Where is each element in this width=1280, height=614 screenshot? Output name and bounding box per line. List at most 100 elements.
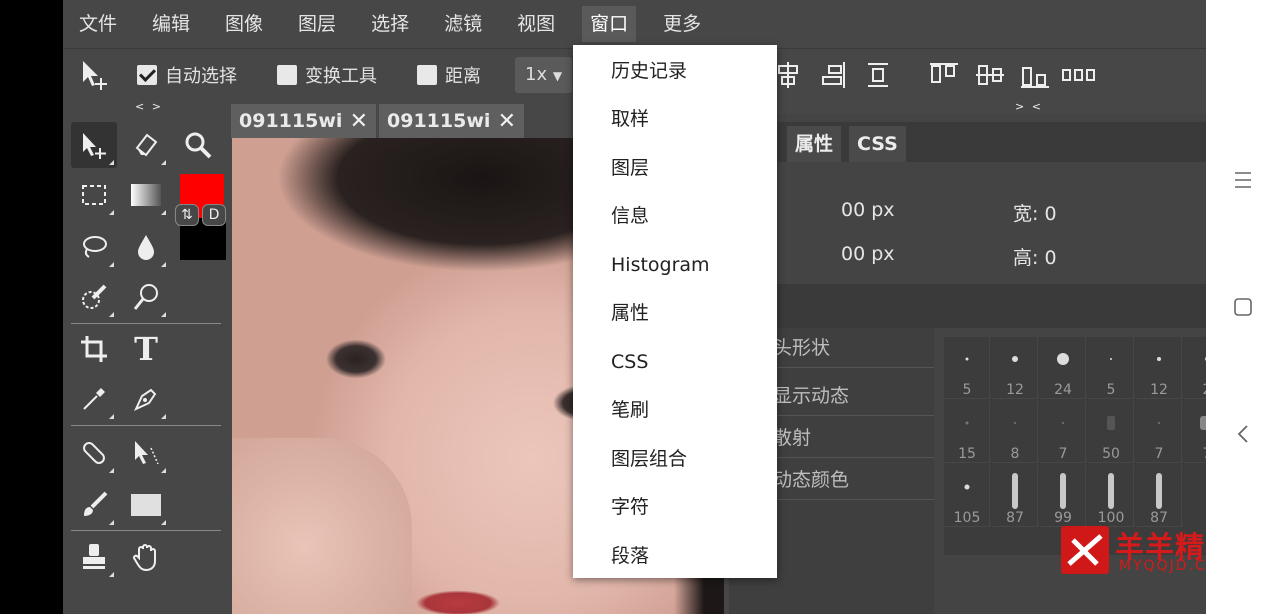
distribute-top-icon[interactable] — [927, 49, 961, 101]
brush-size: 5 — [962, 382, 972, 398]
dodge-tool[interactable] — [123, 274, 169, 320]
menu-item-brush[interactable]: 笔刷 — [611, 395, 649, 425]
blur-tool[interactable] — [123, 224, 169, 270]
x-value[interactable]: 00 px — [841, 199, 895, 221]
hand-tool[interactable] — [123, 534, 169, 580]
brush-size: 7 — [1154, 446, 1164, 462]
zoom-tool[interactable] — [175, 122, 221, 168]
gradient-icon — [131, 184, 161, 206]
menu-view[interactable]: 视图 — [509, 6, 563, 42]
tab-css[interactable]: CSS — [849, 126, 906, 162]
brush-preset[interactable]: 50 — [1088, 401, 1134, 463]
brush-size: 105 — [953, 510, 981, 526]
move-tool[interactable] — [71, 122, 117, 168]
distribute-bottom-icon[interactable] — [1018, 49, 1052, 101]
brush-tool[interactable] — [71, 482, 117, 528]
move-tool-icon[interactable] — [79, 49, 113, 101]
brush-tip-icon — [1059, 473, 1066, 509]
brush-preset[interactable]: 5 — [944, 337, 990, 399]
home-icon[interactable] — [1234, 297, 1252, 317]
menu-item-sampler[interactable]: 取样 — [611, 104, 649, 134]
menu-item-history[interactable]: 历史记录 — [611, 56, 687, 86]
eraser-tool[interactable] — [123, 122, 169, 168]
brush-preset[interactable]: 87 — [1136, 465, 1182, 527]
menu-item-paragraph[interactable]: 段落 — [611, 541, 649, 571]
menu-item-properties[interactable]: 属性 — [611, 298, 649, 328]
menu-filter[interactable]: 滤镜 — [436, 6, 490, 42]
document-tab-title: 091115wi — [239, 110, 343, 132]
left-panel-collapse[interactable]: < > — [135, 100, 163, 114]
menu-item-histogram[interactable]: Histogram — [611, 250, 710, 280]
stamp-tool[interactable] — [71, 534, 117, 580]
align-top-icon[interactable] — [863, 49, 893, 101]
document-tab[interactable]: 091115wi ✕ — [379, 104, 524, 138]
quick-select-icon — [82, 284, 107, 309]
close-icon[interactable]: ✕ — [498, 109, 516, 134]
brush-size: 12 — [1006, 382, 1024, 398]
healing-tool[interactable] — [71, 430, 117, 476]
swap-colors-button[interactable]: ⇅ — [175, 204, 199, 226]
distance-checkbox[interactable] — [417, 65, 437, 85]
distance-option[interactable]: 距离 — [417, 49, 481, 101]
brush-preset[interactable]: 87 — [992, 465, 1038, 527]
brush-preset[interactable]: 5 — [1088, 337, 1134, 399]
gradient-tool[interactable] — [123, 172, 169, 218]
menu-item-layers[interactable]: 图层 — [611, 153, 649, 183]
brush-size: 12 — [1150, 382, 1168, 398]
brush-preset[interactable]: 100 — [1088, 465, 1134, 527]
brush-preset[interactable]: 8 — [992, 401, 1038, 463]
brush-preset[interactable]: 12 — [992, 337, 1038, 399]
pen-tool[interactable] — [123, 376, 169, 422]
eyedropper-tool[interactable] — [71, 376, 117, 422]
auto-select-option[interactable]: 自动选择 — [137, 49, 237, 101]
path-select-icon — [135, 441, 159, 465]
zoom-select[interactable]: 1x ▼ — [515, 49, 573, 101]
menu-icon[interactable] — [1234, 170, 1252, 190]
close-icon[interactable]: ✕ — [350, 109, 368, 134]
menu-image[interactable]: 图像 — [217, 6, 271, 42]
marquee-tool[interactable] — [71, 172, 117, 218]
menu-item-info[interactable]: 信息 — [611, 201, 649, 231]
document-tab[interactable]: 091115wi ✕ — [231, 104, 376, 138]
menu-layer[interactable]: 图层 — [290, 6, 344, 42]
menu-edit[interactable]: 编辑 — [144, 6, 198, 42]
brush-preset[interactable]: 7 — [1136, 401, 1182, 463]
menu-file[interactable]: 文件 — [71, 6, 125, 42]
brush-preset[interactable]: 99 — [1040, 465, 1086, 527]
menu-more[interactable]: 更多 — [655, 6, 709, 42]
back-icon[interactable] — [1236, 424, 1250, 444]
brush-preset[interactable]: 15 — [944, 401, 990, 463]
auto-select-checkbox[interactable] — [137, 65, 157, 85]
quick-select-tool[interactable] — [71, 274, 117, 320]
distribute-spacing-icon[interactable] — [1061, 49, 1097, 101]
marquee-icon — [82, 185, 106, 205]
align-center-icon[interactable] — [773, 49, 803, 101]
right-panel-collapse[interactable]: > < — [1015, 100, 1043, 114]
transform-option[interactable]: 变换工具 — [277, 49, 377, 101]
menu-item-layer-comps[interactable]: 图层组合 — [611, 444, 687, 474]
tab-properties[interactable]: 属性 — [787, 126, 842, 162]
type-tool[interactable]: T — [123, 326, 169, 372]
brush-preset[interactable]: 12 — [1136, 337, 1182, 399]
menu-item-character[interactable]: 字符 — [611, 492, 649, 522]
default-colors-button[interactable]: D — [202, 204, 226, 226]
menu-item-css[interactable]: CSS — [611, 347, 648, 377]
lasso-tool[interactable] — [71, 224, 117, 270]
align-right-icon[interactable] — [819, 49, 849, 101]
shape-tool[interactable] — [123, 482, 169, 528]
brush-preset[interactable]: 7 — [1184, 401, 1206, 463]
height-value[interactable]: 高: 0 — [1013, 243, 1057, 270]
crop-tool[interactable] — [71, 326, 117, 372]
auto-select-label: 自动选择 — [165, 66, 237, 87]
path-select-tool[interactable] — [123, 430, 169, 476]
menu-select[interactable]: 选择 — [363, 6, 417, 42]
brush-preset[interactable]: 105 — [944, 465, 990, 527]
y-value[interactable]: 00 px — [841, 243, 895, 265]
width-value[interactable]: 宽: 0 — [1013, 199, 1057, 226]
distribute-vcenter-icon[interactable] — [973, 49, 1007, 101]
transform-checkbox[interactable] — [277, 65, 297, 85]
menu-window[interactable]: 窗口 — [582, 6, 637, 42]
brush-preset[interactable]: 2 — [1184, 337, 1206, 399]
brush-preset[interactable]: 7 — [1040, 401, 1086, 463]
brush-preset[interactable]: 24 — [1040, 337, 1086, 399]
